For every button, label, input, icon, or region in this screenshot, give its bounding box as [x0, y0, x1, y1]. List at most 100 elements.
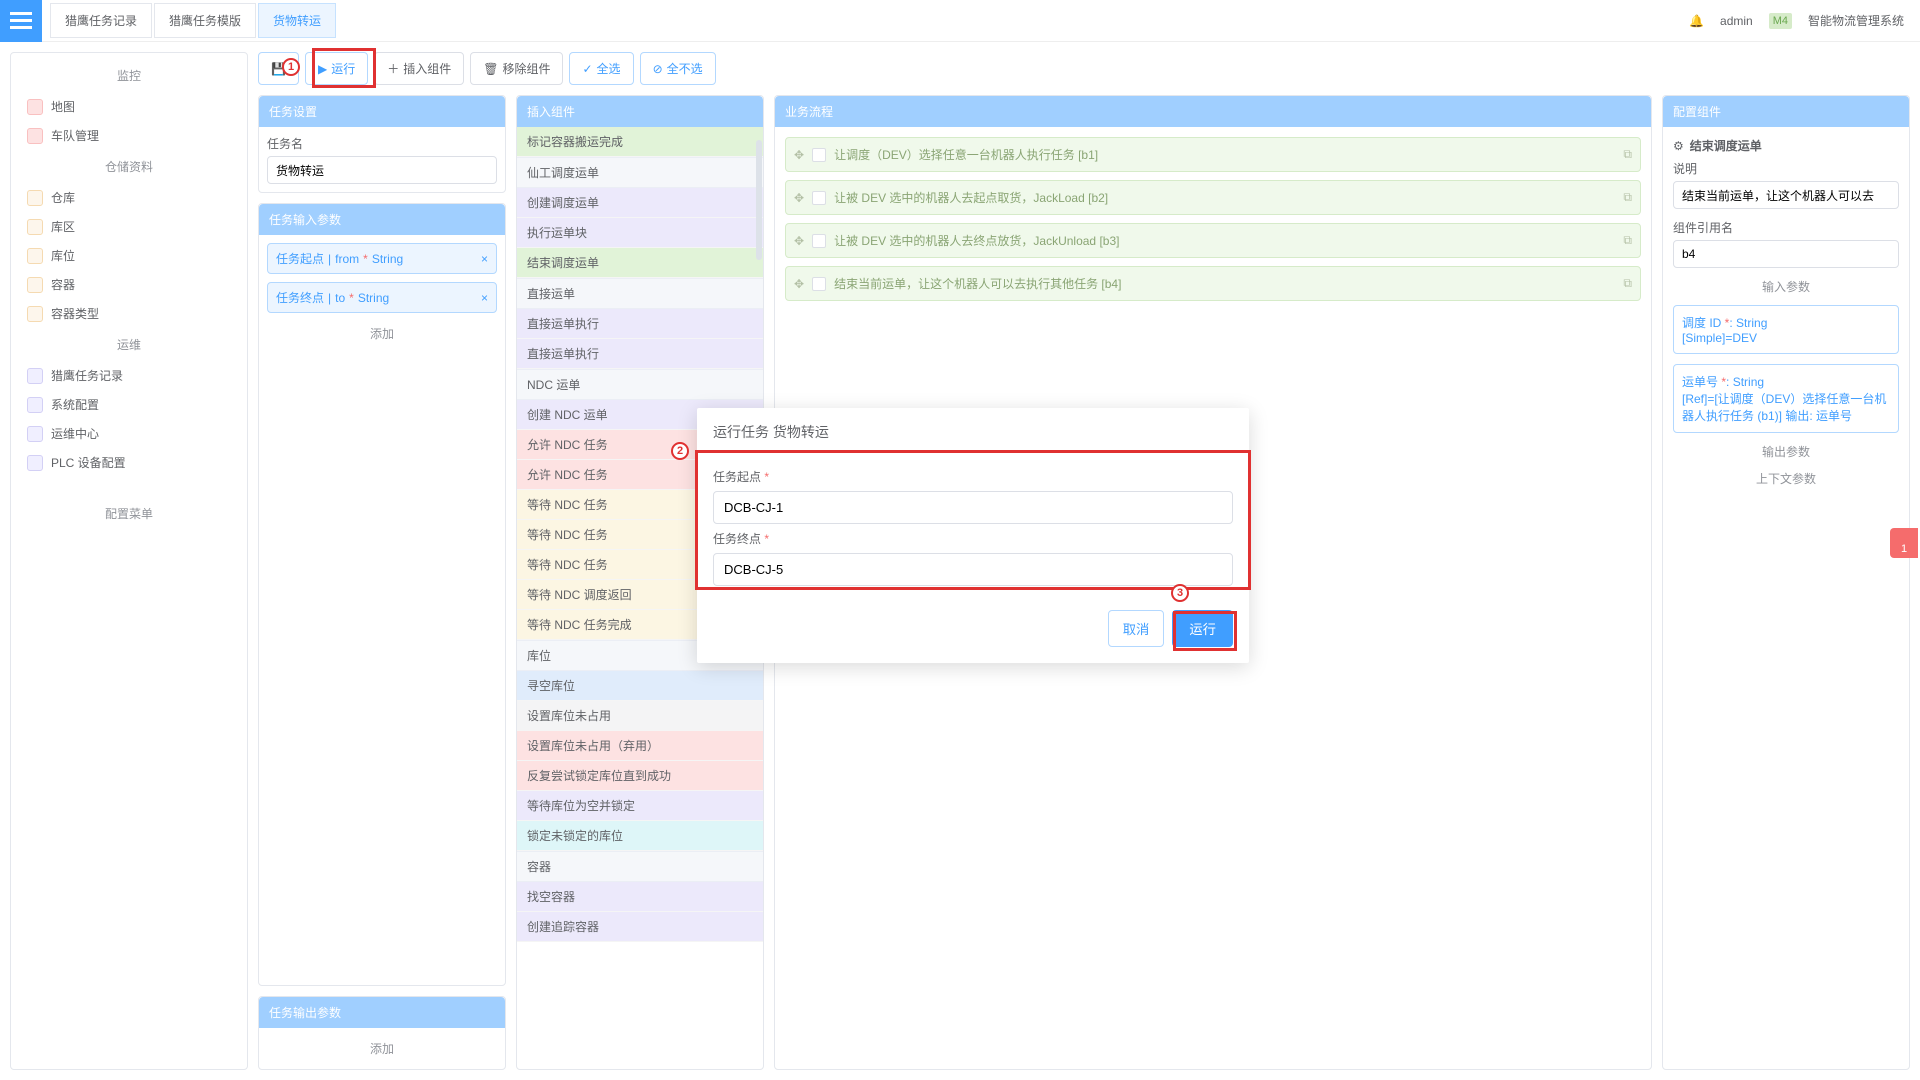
deselect-all-button[interactable]: ⊘ 全不选	[640, 52, 716, 85]
flow-item[interactable]: ✥ 让被 DEV 选中的机器人去起点取货，JackLoad [b2] ⧉	[785, 180, 1641, 215]
insert-item[interactable]: 标记容器搬运完成	[517, 127, 763, 157]
flow-item[interactable]: ✥让被 DEV 选中的机器人去终点放货，JackUnload [b3]⧉	[785, 223, 1641, 258]
insert-item[interactable]: 锁定未锁定的库位	[517, 821, 763, 851]
sidebar-item-zone[interactable]: 库区	[17, 212, 241, 241]
insert-item[interactable]: 寻空库位	[517, 671, 763, 701]
insert-item[interactable]: 创建调度运单	[517, 188, 763, 218]
add-output-param[interactable]: 添加	[267, 1036, 497, 1061]
tabs-row: 猎鹰任务记录 猎鹰任务模版 货物转运	[42, 3, 1689, 38]
user-name[interactable]: admin	[1720, 14, 1753, 28]
drag-handle-icon[interactable]: ✥	[794, 191, 804, 205]
sidebar-item-ops-center[interactable]: 运维中心	[17, 419, 241, 448]
config-desc-input[interactable]	[1673, 181, 1899, 209]
remove-button-label: 移除组件	[502, 60, 550, 77]
scrollbar-thumb[interactable]	[756, 140, 762, 260]
select-all-label: 全选	[597, 60, 621, 77]
modal-end-input[interactable]	[713, 553, 1233, 586]
modal-title: 运行任务 货物转运	[697, 408, 1249, 456]
container-icon	[27, 277, 43, 293]
sidebar-item-label: 地图	[51, 98, 75, 115]
insert-item[interactable]: 直接运单执行	[517, 309, 763, 339]
modal-f2-label: 任务终点	[713, 532, 761, 546]
flow-header: 业务流程	[775, 96, 1651, 127]
flow-checkbox[interactable]	[812, 148, 826, 162]
modal-start-input[interactable]	[713, 491, 1233, 524]
config-header: 配置组件	[1663, 96, 1909, 127]
drag-handle-icon[interactable]: ✥	[794, 277, 804, 291]
run-task-modal: 运行任务 货物转运 任务起点 * 任务终点 * 2 取消 运行 3	[697, 408, 1249, 663]
sidebar-item-sys-config[interactable]: 系统配置	[17, 390, 241, 419]
deselect-all-label: 全不选	[667, 60, 703, 77]
insert-item[interactable]: 设置库位未占用	[517, 701, 763, 731]
task-name-input[interactable]	[267, 156, 497, 184]
modal-run-button[interactable]: 运行	[1172, 610, 1233, 647]
flow-checkbox[interactable]	[812, 234, 826, 248]
input-param-from[interactable]: 任务起点| from* String ×	[267, 243, 497, 274]
param-type: String	[1733, 375, 1764, 389]
flow-text: 让调度（DEV）选择任意一台机器人执行任务 [b1]	[834, 146, 1615, 163]
bell-icon[interactable]: 🔔	[1689, 14, 1704, 28]
insert-item[interactable]: 创建追踪容器	[517, 912, 763, 942]
sidebar-item-slot[interactable]: 库位	[17, 241, 241, 270]
floating-error-badge[interactable]: 1	[1890, 528, 1918, 558]
copy-icon[interactable]: ⧉	[1623, 276, 1632, 291]
insert-item[interactable]: 等待库位为空并锁定	[517, 791, 763, 821]
sidebar-item-label: 库区	[51, 218, 75, 235]
param-name: 运单号	[1682, 375, 1718, 389]
header-right: 🔔 admin M4 智能物流管理系统	[1689, 12, 1920, 29]
param-type: String	[372, 252, 403, 266]
modal-f1-label: 任务起点	[713, 470, 761, 484]
sidebar-item-warehouse[interactable]: 仓库	[17, 183, 241, 212]
remove-param-icon[interactable]: ×	[481, 252, 488, 266]
modal-cancel-button[interactable]: 取消	[1108, 610, 1165, 647]
sidebar-item-plc[interactable]: PLC 设备配置	[17, 448, 241, 477]
trash-icon: 🗑	[483, 62, 498, 76]
flow-checkbox[interactable]	[812, 191, 826, 205]
sidebar-item-falcon-records[interactable]: 猎鹰任务记录	[17, 361, 241, 390]
insert-component-button[interactable]: ＋插入组件	[374, 52, 464, 85]
config-menu-link[interactable]: 配置菜单	[17, 497, 241, 530]
slot-icon	[27, 248, 43, 264]
drag-handle-icon[interactable]: ✥	[794, 148, 804, 162]
config-param-0[interactable]: 调度 ID *: String [Simple]=DEV	[1673, 305, 1899, 354]
config-ref-input[interactable]	[1673, 240, 1899, 268]
flow-item[interactable]: ✥ 让调度（DEV）选择任意一台机器人执行任务 [b1] ⧉	[785, 137, 1641, 172]
insert-item[interactable]: 直接运单执行	[517, 339, 763, 369]
cancel-icon: ⊘	[653, 62, 663, 76]
flow-text: 让被 DEV 选中的机器人去起点取货，JackLoad [b2]	[834, 189, 1615, 206]
drag-handle-icon[interactable]: ✥	[794, 234, 804, 248]
run-button-label: 运行	[331, 60, 355, 77]
remove-param-icon[interactable]: ×	[481, 291, 488, 305]
tab-0[interactable]: 猎鹰任务记录	[50, 3, 152, 38]
sidebar-item-container[interactable]: 容器	[17, 270, 241, 299]
insert-item[interactable]: 设置库位未占用（弃用）	[517, 731, 763, 761]
tab-1[interactable]: 猎鹰任务模版	[154, 3, 256, 38]
task-input-card: 任务输入参数 任务起点| from* String × 任务终点| to* St…	[258, 203, 506, 986]
sidebar-item-label: 容器	[51, 276, 75, 293]
copy-icon[interactable]: ⧉	[1623, 147, 1632, 162]
run-button[interactable]: ▶运行	[305, 52, 368, 85]
tab-2[interactable]: 货物转运	[258, 3, 336, 38]
insert-item[interactable]: 反复尝试锁定库位直到成功	[517, 761, 763, 791]
insert-item[interactable]: 结束调度运单	[517, 248, 763, 278]
sidebar-item-map[interactable]: 地图	[17, 92, 241, 121]
flow-item[interactable]: ✥ 结束当前运单，让这个机器人可以去执行其他任务 [b4] ⧉	[785, 266, 1641, 301]
flow-text: 结束当前运单，让这个机器人可以去执行其他任务 [b4]	[834, 275, 1615, 292]
insert-item[interactable]: 找空容器	[517, 882, 763, 912]
sidebar-item-label: 容器类型	[51, 305, 99, 322]
config-param-1[interactable]: 运单号 *: String [Ref]=[让调度（DEV）选择任意一台机器人执行…	[1673, 364, 1899, 433]
sidebar-item-fleet[interactable]: 车队管理	[17, 121, 241, 150]
hamburger-menu[interactable]	[0, 0, 42, 42]
add-input-param[interactable]: 添加	[267, 321, 497, 346]
input-params-title: 输入参数	[1673, 278, 1899, 295]
sidebar-item-container-type[interactable]: 容器类型	[17, 299, 241, 328]
select-all-button[interactable]: ✓全选	[569, 52, 633, 85]
flow-checkbox[interactable]	[812, 277, 826, 291]
remove-component-button[interactable]: 🗑 移除组件	[470, 52, 563, 85]
insert-item[interactable]: 执行运单块	[517, 218, 763, 248]
copy-icon[interactable]: ⧉	[1623, 233, 1632, 248]
toolbar: 💾 ▶运行 ＋插入组件 🗑移除组件 ✓全选 ⊘全不选 1	[258, 52, 1910, 85]
input-param-to[interactable]: 任务终点| to* String ×	[267, 282, 497, 313]
copy-icon[interactable]: ⧉	[1623, 190, 1632, 205]
context-params-title: 上下文参数	[1673, 470, 1899, 487]
